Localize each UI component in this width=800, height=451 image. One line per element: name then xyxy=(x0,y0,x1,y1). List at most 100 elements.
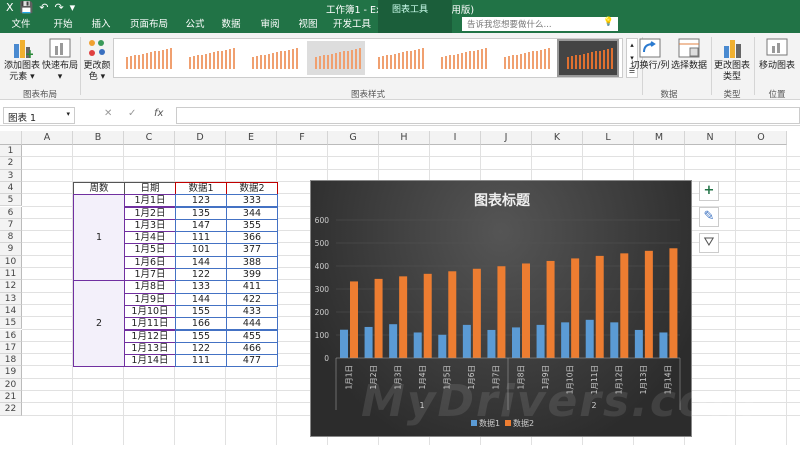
data1-cell[interactable]: 155 xyxy=(175,329,227,343)
column-header[interactable]: L xyxy=(583,131,634,145)
column-header[interactable]: D xyxy=(175,131,226,145)
date-cell[interactable]: 1月2日 xyxy=(124,206,176,220)
row-header[interactable]: 6 xyxy=(0,206,22,219)
data2-cell[interactable]: 366 xyxy=(226,231,278,245)
chart-styles-brush-icon[interactable]: ✎ xyxy=(699,207,719,227)
select-all[interactable] xyxy=(0,131,22,145)
bar-数据2[interactable] xyxy=(497,266,506,358)
chart-filter-icon[interactable]: ⛛ xyxy=(699,233,719,253)
header-cell[interactable]: 数据2 xyxy=(226,181,278,196)
bar-数据2[interactable] xyxy=(546,260,555,358)
date-cell[interactable]: 1月4日 xyxy=(124,231,176,245)
row-header[interactable]: 1 xyxy=(0,145,22,158)
bar-数据2[interactable] xyxy=(644,250,653,358)
data2-cell[interactable]: 344 xyxy=(226,206,278,220)
date-cell[interactable]: 1月5日 xyxy=(124,243,176,257)
bar-数据1[interactable] xyxy=(634,329,643,358)
data1-cell[interactable]: 144 xyxy=(175,292,227,306)
move-chart-button[interactable]: 移动图表 xyxy=(756,38,798,72)
tab-7[interactable]: 视图 xyxy=(293,17,323,33)
switch-row-column-button[interactable]: 切换行/列 xyxy=(628,38,672,72)
data1-cell[interactable]: 111 xyxy=(175,231,227,245)
row-header[interactable]: 10 xyxy=(0,255,22,268)
date-cell[interactable]: 1月9日 xyxy=(124,292,176,306)
bar-数据1[interactable] xyxy=(364,326,373,358)
chart-elements-plus-icon[interactable]: + xyxy=(699,181,719,201)
column-header[interactable]: M xyxy=(634,131,685,145)
tab-5[interactable]: 数据 xyxy=(216,17,246,33)
row-header[interactable]: 20 xyxy=(0,378,22,391)
row-header[interactable]: 11 xyxy=(0,268,22,281)
bar-数据2[interactable] xyxy=(571,258,580,358)
row-header[interactable]: 18 xyxy=(0,354,22,367)
chart-style-thumb[interactable] xyxy=(244,41,302,75)
date-cell[interactable]: 1月11日 xyxy=(124,317,176,331)
bar-数据2[interactable] xyxy=(448,271,457,358)
chart-style-thumb[interactable] xyxy=(181,41,239,75)
date-cell[interactable]: 1月10日 xyxy=(124,304,176,319)
date-cell[interactable]: 1月12日 xyxy=(124,329,176,343)
data2-cell[interactable]: 455 xyxy=(226,329,278,343)
insert-function-icon[interactable]: fx xyxy=(154,108,163,119)
row-header[interactable]: 5 xyxy=(0,194,22,207)
bar-数据1[interactable] xyxy=(512,327,520,358)
data1-cell[interactable]: 144 xyxy=(175,255,227,269)
data2-cell[interactable]: 477 xyxy=(226,354,278,368)
row-header[interactable]: 12 xyxy=(0,280,22,293)
column-header[interactable]: H xyxy=(379,131,430,145)
tab-0[interactable]: 文件 xyxy=(4,17,38,33)
cancel-icon[interactable]: ✕ xyxy=(104,108,112,119)
tab-6[interactable]: 审阅 xyxy=(255,17,285,33)
column-header[interactable]: N xyxy=(685,131,736,145)
tell-me-search[interactable]: 告诉我您想要做什么... 💡 xyxy=(462,17,618,31)
name-box[interactable]: 图表 1 ▾ xyxy=(3,107,75,124)
date-cell[interactable]: 1月3日 xyxy=(124,218,176,233)
date-cell[interactable]: 1月7日 xyxy=(124,268,176,282)
quick-layout-button[interactable]: 快速布局 ▾ xyxy=(42,38,78,83)
bar-数据1[interactable] xyxy=(561,322,570,358)
row-header[interactable]: 14 xyxy=(0,304,22,318)
row-header[interactable]: 21 xyxy=(0,391,22,404)
tab-3[interactable]: 页面布局 xyxy=(124,17,174,33)
column-header[interactable]: E xyxy=(226,131,277,145)
add-chart-element-button[interactable]: + 添加图表元素 ▾ xyxy=(3,38,41,83)
bar-数据2[interactable] xyxy=(399,276,408,358)
data1-cell[interactable]: 122 xyxy=(175,268,227,282)
data1-cell[interactable]: 155 xyxy=(175,304,227,319)
chart-style-thumb[interactable] xyxy=(307,41,365,75)
data2-cell[interactable]: 411 xyxy=(226,280,278,294)
bar-数据1[interactable] xyxy=(610,322,619,358)
week-cell[interactable]: 2 xyxy=(73,280,125,368)
date-cell[interactable]: 1月14日 xyxy=(124,354,176,368)
row-header[interactable]: 7 xyxy=(0,218,22,232)
header-cell[interactable]: 数据1 xyxy=(175,181,227,196)
column-header[interactable]: I xyxy=(430,131,481,145)
bar-数据1[interactable] xyxy=(536,324,545,358)
row-header[interactable]: 16 xyxy=(0,329,22,342)
row-header[interactable]: 4 xyxy=(0,181,22,195)
row-header[interactable]: 19 xyxy=(0,366,22,379)
bar-数据1[interactable] xyxy=(340,329,348,358)
column-header[interactable]: O xyxy=(736,131,787,145)
formula-input[interactable] xyxy=(176,107,800,124)
data2-cell[interactable]: 466 xyxy=(226,341,278,356)
chart-style-thumb[interactable] xyxy=(370,41,428,75)
tab-4[interactable]: 公式 xyxy=(180,17,210,33)
data1-cell[interactable]: 133 xyxy=(175,280,227,294)
tab-2[interactable]: 插入 xyxy=(86,17,116,33)
bar-数据1[interactable] xyxy=(438,334,447,358)
data1-cell[interactable]: 147 xyxy=(175,218,227,233)
bar-数据1[interactable] xyxy=(462,324,471,358)
bar-数据2[interactable] xyxy=(620,253,629,358)
tab-8[interactable]: 开发工具 xyxy=(330,17,374,33)
date-cell[interactable]: 1月1日 xyxy=(124,194,176,208)
chart-style-thumb[interactable] xyxy=(557,39,619,77)
data2-cell[interactable]: 333 xyxy=(226,194,278,208)
tab-1[interactable]: 开始 xyxy=(48,17,78,33)
bar-数据1[interactable] xyxy=(487,329,496,358)
column-header[interactable]: K xyxy=(532,131,583,145)
data2-cell[interactable]: 422 xyxy=(226,292,278,306)
column-header[interactable]: J xyxy=(481,131,532,145)
column-header[interactable]: F xyxy=(277,131,328,145)
bar-数据2[interactable] xyxy=(350,281,358,358)
